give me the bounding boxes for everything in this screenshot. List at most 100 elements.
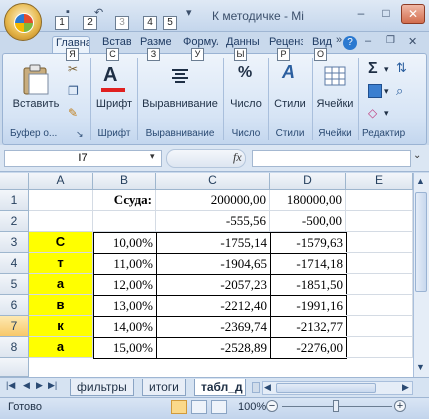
cut-icon[interactable]: ✂ [68, 62, 78, 76]
row-header[interactable]: 5 [0, 274, 29, 295]
cell[interactable] [346, 337, 413, 358]
cell[interactable] [29, 190, 93, 211]
office-button[interactable] [4, 3, 42, 41]
row-header-selected[interactable]: 7 [0, 316, 29, 337]
cell-b8[interactable]: 15,00% [93, 337, 157, 359]
column-header[interactable]: B [93, 173, 156, 190]
cell-c7[interactable]: -2369,74 [156, 316, 271, 338]
cell-a3[interactable]: С [29, 232, 93, 253]
horizontal-scroll-thumb[interactable] [276, 383, 376, 393]
undo-icon[interactable]: ↶ [94, 6, 103, 19]
workbook-close-button[interactable]: ✕ [408, 35, 417, 48]
cell-a5[interactable]: а [29, 274, 93, 295]
cell-c3[interactable]: -1755,14 [156, 232, 271, 254]
cell-a4[interactable]: т [29, 253, 93, 274]
name-box-dropdown-icon[interactable]: ▾ [150, 151, 155, 162]
cell-d6[interactable]: -1991,16 [270, 295, 347, 317]
sheet-tab-active[interactable]: табл_д [194, 379, 246, 396]
cell-a7[interactable]: к [29, 316, 93, 337]
prev-sheet-icon[interactable]: ◀ [23, 380, 30, 391]
workbook-minimize-button[interactable]: – [365, 35, 371, 47]
cell[interactable] [93, 211, 156, 232]
autosum-dropdown-icon[interactable]: ▾ [384, 64, 389, 75]
sheet-tab-totals[interactable]: итоги [142, 379, 186, 396]
qa-key-3[interactable]: 3 [115, 16, 129, 30]
qa-key-5[interactable]: 5 [163, 16, 177, 30]
tab-split-handle[interactable] [252, 382, 260, 393]
format-painter-icon[interactable]: ✎ [68, 106, 78, 120]
scroll-right-icon[interactable]: ▶ [402, 382, 409, 393]
qa-key-1[interactable]: 1 [55, 16, 69, 30]
cell[interactable] [346, 190, 413, 211]
alignment-button[interactable]: Выравнивание [139, 62, 221, 116]
cell-d4[interactable]: -1714,18 [270, 253, 347, 275]
row-header[interactable]: 8 [0, 337, 29, 358]
column-header[interactable]: D [270, 173, 346, 190]
cell-d1[interactable]: 180000,00 [270, 190, 346, 211]
cell-d7[interactable]: -2132,77 [270, 316, 347, 338]
cell-d5[interactable]: -1851,50 [270, 274, 347, 296]
save-icon[interactable]: ▪ [66, 6, 70, 18]
cell-b6[interactable]: 13,00% [93, 295, 157, 317]
cell[interactable] [346, 253, 413, 274]
column-header[interactable]: C [156, 173, 270, 190]
cell-b5[interactable]: 12,00% [93, 274, 157, 296]
cell-d8[interactable]: -2276,00 [270, 337, 347, 359]
number-button[interactable]: % Число [226, 62, 266, 116]
column-header[interactable]: A [29, 173, 93, 190]
cell-c2[interactable]: -555,56 [156, 211, 270, 232]
cell-a8[interactable]: а [29, 337, 93, 358]
cell-b4[interactable]: 11,00% [93, 253, 157, 275]
sheet-tab-filters[interactable]: фильтры [70, 379, 134, 396]
cell-c8[interactable]: -2528,89 [156, 337, 271, 359]
page-layout-view-icon[interactable] [191, 400, 207, 414]
help-icon[interactable]: ? [343, 36, 357, 50]
fill-dropdown-icon[interactable]: ▾ [384, 86, 389, 97]
first-sheet-icon[interactable]: |◀ [6, 380, 15, 391]
cell[interactable] [346, 211, 413, 232]
row-header[interactable]: 4 [0, 253, 29, 274]
workbook-restore-button[interactable]: ❐ [386, 35, 395, 46]
cell[interactable] [346, 316, 413, 337]
clear-dropdown-icon[interactable]: ▾ [384, 108, 389, 119]
cell-b1[interactable]: Ссуда: [93, 190, 156, 211]
cell-d2[interactable]: -500,00 [270, 211, 346, 232]
styles-button[interactable]: A Стили [270, 62, 310, 116]
cell-c6[interactable]: -2212,40 [156, 295, 271, 317]
formula-input[interactable] [252, 150, 411, 167]
column-header[interactable]: E [346, 173, 413, 190]
zoom-out-icon[interactable]: − [266, 400, 278, 412]
autosum-icon[interactable]: Σ [368, 60, 378, 78]
row-header[interactable]: 2 [0, 211, 29, 232]
scroll-up-icon[interactable]: ▲ [416, 176, 425, 186]
cell-c5[interactable]: -2057,23 [156, 274, 271, 296]
next-sheet-icon[interactable]: ▶ [36, 380, 43, 391]
copy-icon[interactable]: ❐ [68, 84, 79, 98]
select-all-corner[interactable] [0, 173, 29, 190]
name-box[interactable]: I7 [4, 150, 162, 167]
clipboard-launcher-icon[interactable]: ↘ [76, 129, 84, 140]
cell[interactable] [29, 211, 93, 232]
customize-qa-icon[interactable]: ▾ [186, 6, 192, 19]
minimize-button[interactable]: – [349, 4, 373, 24]
row-header[interactable]: 1 [0, 190, 29, 211]
close-button[interactable]: ✕ [401, 4, 425, 24]
expand-formula-bar-icon[interactable]: ⌄ [413, 150, 421, 161]
row-header[interactable]: 6 [0, 295, 29, 316]
page-break-view-icon[interactable] [211, 400, 227, 414]
zoom-level[interactable]: 100% [238, 401, 266, 413]
insert-function-icon[interactable]: fx [233, 150, 242, 165]
cell-b7[interactable]: 14,00% [93, 316, 157, 338]
scroll-left-icon[interactable]: ◀ [264, 382, 271, 393]
find-icon[interactable]: ⌕ [396, 83, 403, 99]
cells-button[interactable]: Ячейки [314, 62, 356, 116]
normal-view-icon[interactable] [171, 400, 187, 414]
cell[interactable] [346, 232, 413, 253]
scroll-thumb[interactable] [415, 192, 427, 292]
clear-icon[interactable]: ◇ [368, 106, 377, 120]
cell-b3[interactable]: 10,00% [93, 232, 157, 254]
cell-a6[interactable]: в [29, 295, 93, 316]
ribbon-chevron-icon[interactable]: » [336, 34, 342, 46]
row-header[interactable] [0, 358, 29, 377]
scroll-down-icon[interactable]: ▼ [416, 362, 425, 372]
